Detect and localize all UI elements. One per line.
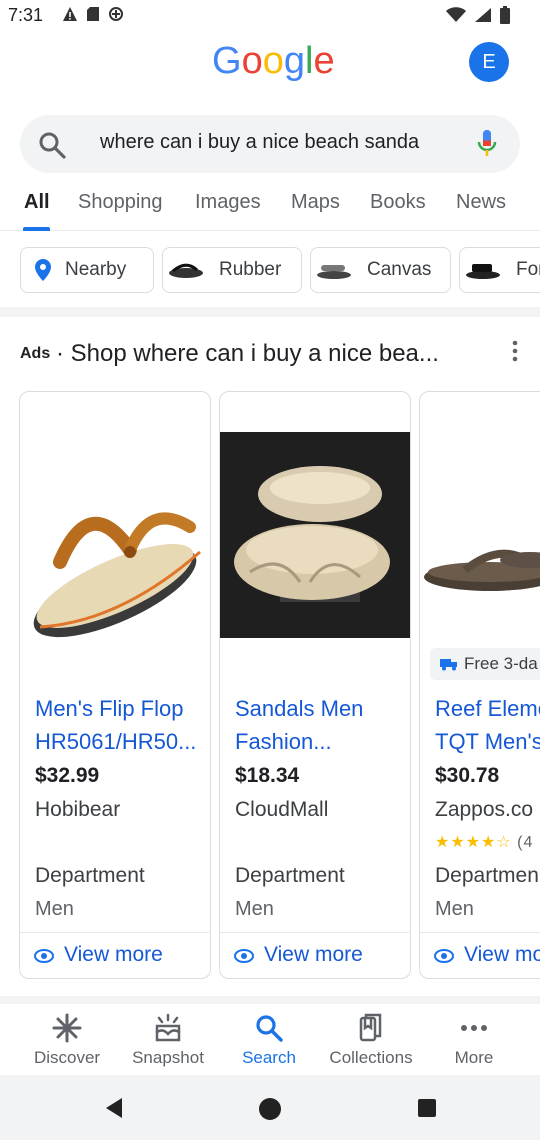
search-tabs: All Shopping Images Maps Books News	[0, 185, 540, 231]
nav-label: Discover	[33, 1048, 101, 1067]
logo-letter: o	[241, 40, 263, 82]
product-price: $32.99	[35, 764, 100, 787]
rating-stars: ★★★★☆ (4	[435, 834, 534, 851]
product-store: Zappos.co	[435, 798, 534, 821]
view-more-label[interactable]: View more	[264, 943, 363, 967]
review-count: (4	[517, 834, 534, 851]
logo-letter: g	[283, 40, 305, 82]
ads-title: · Shop where can i buy a nice bea...	[56, 340, 439, 367]
search-icon[interactable]	[38, 131, 66, 159]
logo-letter: o	[262, 40, 284, 82]
nav-collections[interactable]: Collections	[321, 1012, 421, 1072]
tab-shopping[interactable]: Shopping	[78, 191, 163, 214]
tab-images[interactable]: Images	[195, 191, 261, 214]
nav-label: More	[454, 1048, 494, 1067]
product-gender: Men	[35, 898, 74, 920]
eye-icon	[34, 949, 54, 963]
chip-label: Rubber	[219, 259, 282, 280]
status-bar: 7:31	[0, 0, 540, 34]
google-logo: Google	[212, 40, 335, 83]
tab-maps[interactable]: Maps	[291, 191, 340, 214]
view-more-button[interactable]: View mo	[420, 932, 540, 978]
search-bar[interactable]: where can i buy a nice beach sanda	[20, 115, 520, 173]
sport-sandal-thumbnail	[466, 264, 500, 279]
view-more-button[interactable]: View more	[20, 932, 210, 978]
account-avatar[interactable]: E	[469, 42, 509, 82]
asterisk-icon	[52, 1013, 82, 1043]
product-store: Hobibear	[35, 798, 121, 821]
chip-label: Canvas	[367, 259, 432, 280]
search-input[interactable]: where can i buy a nice beach sanda	[100, 131, 468, 154]
chip-label: Nearby	[65, 259, 127, 280]
bottom-navigation: Discover Snapshot Search Collections Mor…	[0, 1004, 540, 1074]
nav-label: Snapshot	[132, 1048, 204, 1067]
view-more-button[interactable]: View more	[220, 932, 410, 978]
search-icon	[256, 1015, 283, 1042]
system-navigation-bar	[0, 1075, 540, 1140]
sandal-thumbnail	[317, 265, 351, 279]
chip-for[interactable]: For	[459, 247, 540, 293]
flip-flop-thumbnail	[169, 263, 203, 278]
product-title[interactable]: Men's Flip Flop HR5061/HR50...	[35, 692, 205, 758]
chip-rubber[interactable]: Rubber	[162, 247, 302, 293]
product-card[interactable]: Sandals Men Fashion... $18.34 CloudMall …	[219, 391, 411, 979]
product-image-flip-flop	[33, 512, 201, 638]
alert-icon	[63, 7, 77, 21]
collections-icon	[359, 1013, 382, 1042]
recents-icon[interactable]	[417, 1098, 437, 1118]
view-more-label[interactable]: View more	[64, 943, 163, 967]
product-store: CloudMall	[235, 798, 329, 821]
nav-search[interactable]: Search	[219, 1012, 319, 1072]
product-price: $30.78	[435, 764, 500, 787]
chip-canvas[interactable]: Canvas	[310, 247, 451, 293]
product-title[interactable]: Sandals Men Fashion...	[235, 692, 405, 758]
nav-label: Search	[242, 1048, 296, 1067]
product-image-sandals	[220, 432, 410, 638]
product-department: Department	[35, 864, 145, 887]
product-department: Department	[235, 864, 345, 887]
chip-nearby[interactable]: Nearby	[20, 247, 154, 293]
view-more-label[interactable]: View mo	[464, 943, 540, 967]
nav-discover[interactable]: Discover	[17, 1012, 117, 1072]
home-icon[interactable]	[257, 1096, 283, 1122]
product-department: Departmen	[435, 864, 539, 887]
eye-icon	[234, 949, 254, 963]
location-pin-icon	[35, 259, 51, 281]
product-price: $18.34	[235, 764, 300, 787]
logo-letter: e	[313, 40, 335, 82]
battery-icon	[500, 6, 510, 24]
wifi-icon	[446, 7, 466, 22]
product-gender: Men	[435, 898, 474, 920]
signal-icon	[475, 8, 491, 22]
logo-letter: G	[212, 40, 242, 82]
product-image-reef-sandal	[424, 549, 540, 591]
more-vert-icon[interactable]	[508, 340, 522, 362]
ads-label: Ads	[20, 345, 51, 362]
section-divider	[0, 307, 540, 317]
tab-books[interactable]: Books	[370, 191, 426, 214]
eye-icon	[434, 949, 454, 963]
product-title[interactable]: Reef Eleme TQT Men's.	[435, 692, 540, 758]
product-card[interactable]: Free 3-da Reef Eleme TQT Men's. $30.78 Z…	[419, 391, 540, 979]
nav-snapshot[interactable]: Snapshot	[118, 1012, 218, 1072]
product-gender: Men	[235, 898, 274, 920]
google-logo-text: Google	[212, 40, 335, 82]
nav-label: Collections	[329, 1048, 413, 1067]
bottom-divider	[0, 996, 540, 1004]
chip-label: For	[516, 259, 540, 280]
nav-more[interactable]: More	[424, 1012, 524, 1072]
snapshot-icon	[155, 1013, 181, 1042]
data-saver-icon	[109, 7, 123, 21]
microphone-icon[interactable]	[476, 129, 498, 159]
status-time: 7:31	[8, 5, 44, 25]
tab-news[interactable]: News	[456, 191, 506, 214]
sd-card-icon	[87, 7, 99, 21]
more-icon	[461, 1025, 487, 1031]
tab-all[interactable]: All	[24, 191, 50, 214]
back-icon[interactable]	[104, 1097, 124, 1119]
product-card[interactable]: Men's Flip Flop HR5061/HR50... $32.99 Ho…	[19, 391, 211, 979]
delivery-truck-icon	[440, 659, 457, 671]
active-tab-indicator	[23, 227, 50, 231]
